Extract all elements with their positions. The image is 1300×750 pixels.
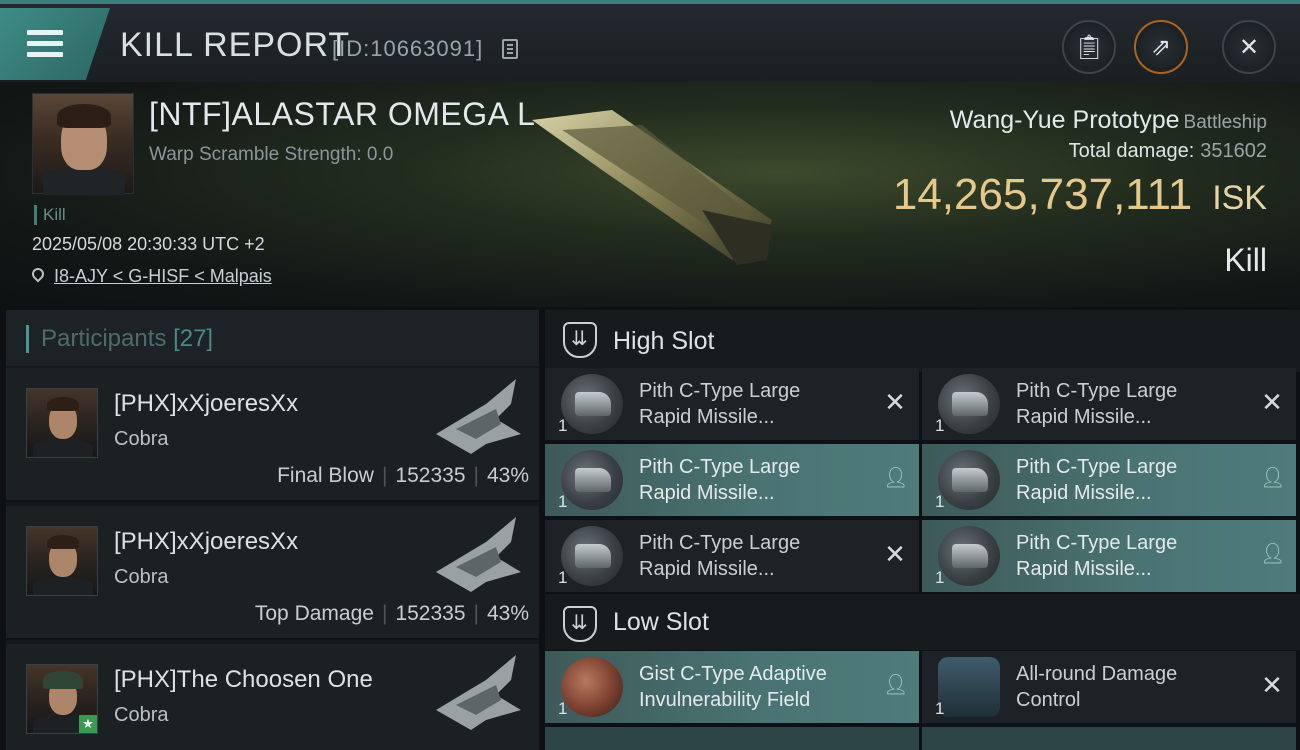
- top-bar: KILL REPORT [ID:10663091] 📋︎ ⇗ ✕: [0, 0, 1300, 82]
- missile-launcher-icon: [561, 374, 623, 434]
- close-icon: ✕: [1238, 33, 1260, 61]
- menu-icon: [27, 30, 63, 58]
- module-name: All-round Damage Control: [1016, 663, 1178, 711]
- clipboard-button[interactable]: 📋︎: [1062, 20, 1116, 74]
- module-item[interactable]: 1 All-round Damage Control ✕: [922, 651, 1296, 723]
- module-name: Pith C-Type Large Rapid Missile...: [1016, 380, 1178, 428]
- warp-scramble-strength: Warp Scramble Strength: 0.0: [149, 144, 394, 165]
- participant-stats: Top Damage | 152335 | 43%: [254, 602, 529, 625]
- module-item[interactable]: 1 Pith C-Type Large Rapid Missile... ✕: [922, 368, 1296, 440]
- module-item[interactable]: 1 Pith C-Type Large Rapid Missile... ✕: [545, 520, 919, 592]
- victim-portrait[interactable]: [32, 93, 134, 195]
- participants-panel: Participants [27] [PHX]xXjoeresXx Cobra …: [6, 310, 539, 750]
- module-item[interactable]: 1 Pith C-Type Large Rapid Missile... 👤︎: [922, 520, 1296, 592]
- damage-control-icon: [938, 657, 1000, 717]
- participant-row[interactable]: [PHX]xXjoeresXx Cobra Top Damage | 152335 |…: [6, 506, 539, 640]
- result-label: Kill: [1224, 242, 1267, 278]
- page-title: KILL REPORT: [120, 26, 351, 64]
- share-icon: ⇗: [1150, 33, 1172, 61]
- participant-row[interactable]: ★ [PHX]The Choosen One Cobra: [6, 644, 539, 750]
- x-icon: ✕: [1261, 387, 1283, 417]
- victim-ship-name[interactable]: Wang-Yue Prototype Battleship: [950, 106, 1267, 135]
- clipboard-icon: 📋︎: [1073, 33, 1105, 61]
- ship-class: Battleship: [1183, 112, 1267, 133]
- x-icon: ✕: [884, 539, 906, 569]
- participant-name: [PHX]xXjoeresXx: [114, 528, 299, 555]
- module-name: Pith C-Type Large Rapid Missile...: [639, 532, 801, 580]
- missile-launcher-icon: [938, 526, 1000, 586]
- total-damage: Total damage: 351602: [1068, 140, 1267, 162]
- kill-tag: Kill: [34, 205, 66, 225]
- missile-launcher-icon: [938, 450, 1000, 510]
- missile-launcher-icon: [561, 450, 623, 510]
- person-icon: 👤︎: [1260, 543, 1286, 565]
- module-item[interactable]: 1 Pith C-Type Large Rapid Missile... ✕: [545, 368, 919, 440]
- module-item[interactable]: 1 Pith C-Type Large Rapid Missile... 👤︎: [545, 444, 919, 516]
- close-button[interactable]: ✕: [1222, 20, 1276, 74]
- avatar: ★: [26, 664, 98, 734]
- participant-ship-image: [436, 379, 521, 454]
- kill-id: [ID:10663091]: [332, 36, 484, 61]
- kill-location[interactable]: I8-AJY < G-HISF < Malpais: [29, 265, 272, 287]
- star-icon: ★: [79, 715, 97, 733]
- adaptive-field-icon: [561, 657, 623, 717]
- missile-launcher-icon: [561, 526, 623, 586]
- location-link[interactable]: I8-AJY < G-HISF < Malpais: [54, 266, 272, 286]
- kill-timestamp: 2025/05/08 20:30:33 UTC +2: [32, 234, 265, 254]
- module-item[interactable]: 1 Pith C-Type Large Rapid Missile... 👤︎: [922, 444, 1296, 516]
- high-slot-header: High Slot: [545, 310, 1300, 372]
- victim-name[interactable]: [NTF]ALASTAR OMEGA L: [149, 96, 535, 133]
- person-icon: 👤︎: [883, 467, 909, 489]
- participant-ship-image: [436, 517, 521, 592]
- victim-ship-image: [532, 110, 772, 265]
- participant-ship-image: [436, 655, 521, 730]
- participant-name: [PHX]xXjoeresXx: [114, 390, 299, 417]
- module-name: Gist C-Type Adaptive Invulnerability Fiel…: [639, 663, 827, 711]
- module-item-partial[interactable]: [545, 727, 919, 750]
- participant-ship: Cobra: [114, 704, 169, 726]
- participants-header: Participants [27]: [6, 310, 539, 366]
- module-name: Pith C-Type Large Rapid Missile...: [639, 380, 801, 428]
- module-name: Pith C-Type Large Rapid Missile...: [639, 456, 801, 504]
- x-icon: ✕: [884, 387, 906, 417]
- menu-button[interactable]: [0, 8, 110, 80]
- share-button[interactable]: ⇗: [1134, 20, 1188, 74]
- copy-icon[interactable]: [502, 39, 518, 59]
- participant-ship: Cobra: [114, 428, 169, 450]
- module-item[interactable]: 1 Gist C-Type Adaptive Invulnerability Fi…: [545, 651, 919, 723]
- missile-launcher-icon: [938, 374, 1000, 434]
- location-pin-icon: [29, 265, 47, 283]
- person-icon: 👤︎: [1260, 467, 1286, 489]
- avatar: [26, 526, 98, 596]
- participant-name: [PHX]The Choosen One: [114, 666, 373, 693]
- participant-stats: Final Blow | 152335 | 43%: [277, 464, 529, 487]
- low-slot-header: Low Slot: [545, 594, 1300, 650]
- low-slot-icon: [563, 606, 597, 642]
- isk-value: 14,265,737,111 ISK: [892, 170, 1267, 219]
- high-slot-icon: [563, 322, 597, 358]
- participant-ship: Cobra: [114, 566, 169, 588]
- person-icon: 👤︎: [883, 674, 909, 696]
- avatar: [26, 388, 98, 458]
- participant-row[interactable]: [PHX]xXjoeresXx Cobra Final Blow | 152335 |…: [6, 368, 539, 502]
- module-name: Pith C-Type Large Rapid Missile...: [1016, 532, 1178, 580]
- x-icon: ✕: [1261, 670, 1283, 700]
- module-item-partial[interactable]: [922, 727, 1296, 750]
- module-name: Pith C-Type Large Rapid Missile...: [1016, 456, 1178, 504]
